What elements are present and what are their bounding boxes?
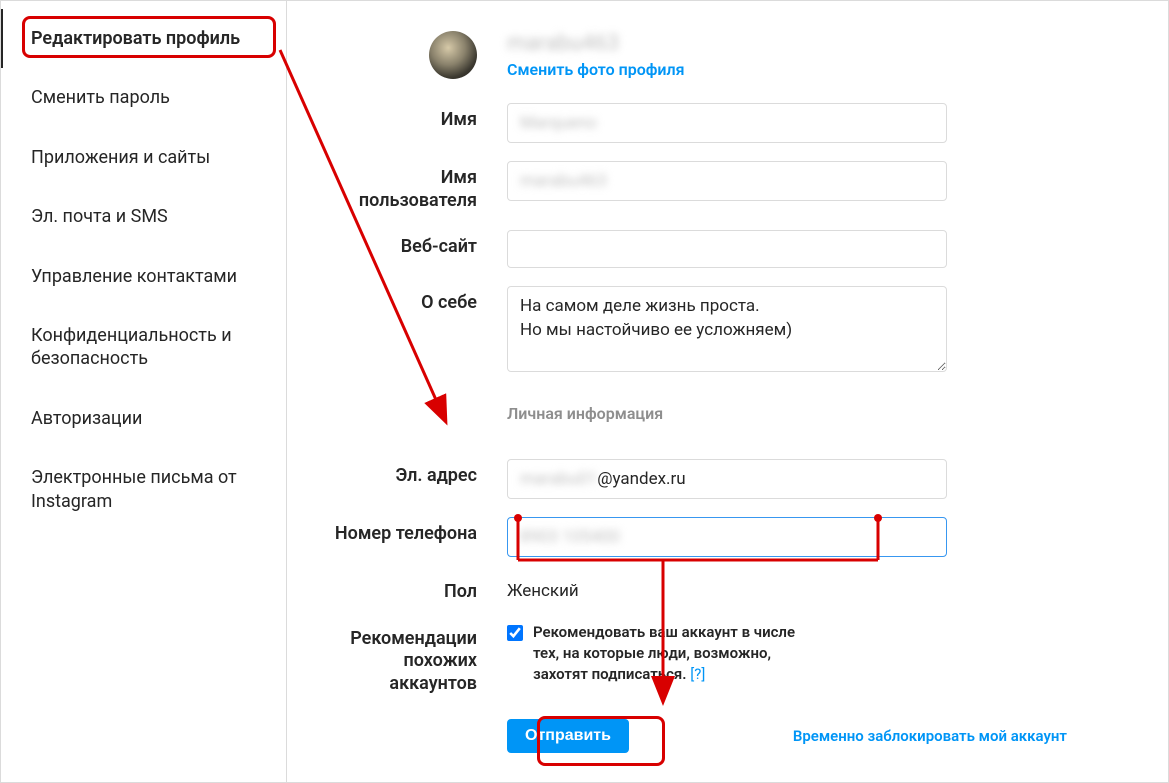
sidebar-item-manage-contacts[interactable]: Управление контактами (1, 247, 286, 306)
username-input[interactable]: mаrаbu463 (507, 161, 947, 201)
sidebar-item-change-password[interactable]: Сменить пароль (1, 68, 286, 127)
recommendations-checkbox[interactable] (507, 625, 523, 641)
sidebar-item-label: Управление контактами (31, 266, 237, 287)
sidebar-item-privacy-security[interactable]: Конфиденциальность и безопасность (1, 306, 286, 389)
disable-account-link[interactable]: Временно заблокировать мой аккаунт (793, 727, 1067, 745)
profile-username: mаrаbu463 (507, 31, 947, 56)
private-info-header: Личная информация (507, 404, 947, 423)
submit-button[interactable]: Отправить (507, 719, 629, 753)
edit-profile-form: mаrаbu463 Сменить фото профиля Имя Mаrqu… (287, 1, 1168, 782)
sidebar-item-label: Конфиденциальность и безопасность (31, 325, 232, 369)
sidebar-item-apps-websites[interactable]: Приложения и сайты (1, 128, 286, 187)
sidebar-item-label: Редактировать профиль (31, 28, 240, 49)
avatar[interactable] (429, 31, 477, 79)
recommendations-label: Рекомендации похожих аккаунтов (327, 622, 507, 696)
settings-sidebar: Редактировать профиль Сменить пароль При… (1, 1, 287, 782)
recommendations-help-link[interactable]: [?] (690, 665, 705, 683)
change-photo-link[interactable]: Сменить фото профиля (507, 60, 947, 79)
gender-value[interactable]: Женский (507, 575, 947, 601)
sidebar-item-label: Сменить пароль (31, 87, 170, 108)
phone-label: Номер телефона (327, 517, 507, 546)
name-input[interactable]: Mаrquеnо (507, 103, 947, 143)
phone-input[interactable]: 8903 105400 (507, 517, 947, 557)
sidebar-item-label: Приложения и сайты (31, 147, 210, 168)
sidebar-item-edit-profile[interactable]: Редактировать профиль (1, 9, 286, 68)
sidebar-item-email-sms[interactable]: Эл. почта и SMS (1, 187, 286, 246)
username-label: Имя пользователя (327, 161, 507, 212)
email-input[interactable]: mаrаbu01@yandex.ru (507, 459, 947, 499)
name-label: Имя (327, 103, 507, 132)
bio-label: О себе (327, 286, 507, 315)
bio-textarea[interactable]: На самом деле жизнь проста. Но мы настой… (507, 286, 947, 372)
website-label: Веб-сайт (327, 230, 507, 259)
sidebar-item-emails-from-instagram[interactable]: Электронные письма от Instagram (1, 448, 286, 531)
sidebar-item-login-activity[interactable]: Авторизации (1, 389, 286, 448)
gender-label: Пол (327, 575, 507, 604)
website-input[interactable] (507, 230, 947, 268)
sidebar-item-label: Авторизации (31, 408, 142, 429)
sidebar-item-label: Электронные письма от Instagram (31, 467, 237, 511)
email-label: Эл. адрес (327, 459, 507, 488)
sidebar-item-label: Эл. почта и SMS (31, 206, 168, 227)
recommendations-text: Рекомендовать ваш аккаунт в числе тех, н… (533, 622, 823, 685)
